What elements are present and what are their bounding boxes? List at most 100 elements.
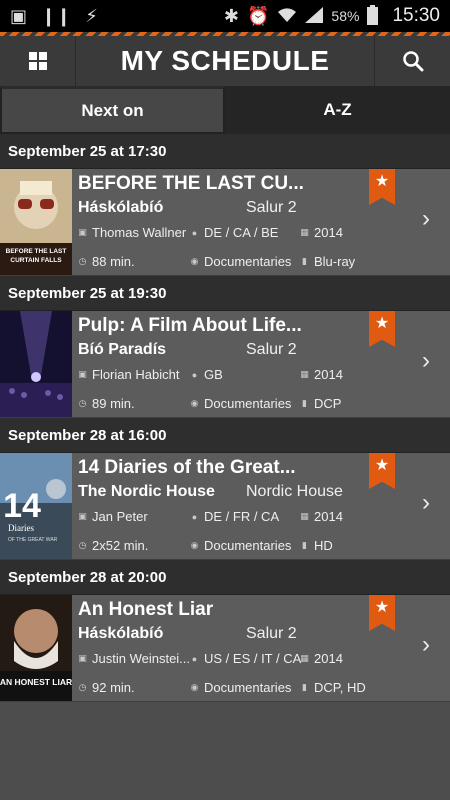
film-icon: ▮: [302, 398, 307, 408]
film-icon: ▮: [302, 682, 307, 692]
clock: 15:30: [392, 5, 440, 26]
hall: Salur 2: [246, 625, 297, 642]
format-meta: ▮ HD: [300, 538, 333, 553]
favorite-star-button[interactable]: ★: [369, 595, 395, 631]
star-icon: ★: [374, 457, 390, 474]
country-meta: ● US / ES / IT / CA: [191, 651, 302, 666]
list-item[interactable]: Pulp: A Film About Life... Bíó Paradís S…: [0, 311, 450, 418]
favorite-star-button[interactable]: ★: [369, 453, 395, 489]
film-title: BEFORE THE LAST CU...: [78, 173, 304, 194]
image-icon: ▣: [10, 6, 28, 26]
format-meta: ▮ DCP: [300, 396, 341, 411]
menu-button[interactable]: [0, 36, 76, 86]
poster-image: 14 Diaries OF THE GREAT WAR: [0, 453, 72, 559]
clock-icon: ◷: [78, 256, 87, 266]
svg-text:OF THE GREAT WAR: OF THE GREAT WAR: [8, 537, 58, 543]
chevron-right-icon[interactable]: ›: [422, 489, 430, 517]
clock-icon: ◷: [78, 540, 87, 550]
list-item[interactable]: AN HONEST LIAR An Honest Liar Háskólabíó…: [0, 595, 450, 702]
director-meta: ▣ Jan Peter: [78, 509, 148, 524]
venue: Bíó Paradís: [78, 341, 167, 358]
star-icon: ★: [374, 599, 390, 616]
year-meta: ▦ 2014: [300, 651, 343, 666]
mask-icon: ◉: [190, 398, 199, 408]
country-meta: ● GB: [191, 367, 223, 382]
search-icon: [402, 51, 423, 72]
venue: The Nordic House: [78, 483, 215, 500]
year-meta: ▦ 2014: [300, 225, 343, 240]
director-meta: ▣ Thomas Wallner: [78, 225, 187, 240]
hall: Nordic House: [246, 483, 343, 500]
svg-text:BEFORE THE LAST: BEFORE THE LAST: [6, 248, 67, 255]
wifi-icon: [277, 7, 297, 26]
hall: Salur 2: [246, 341, 297, 358]
section-header: September 25 at 17:30: [0, 134, 450, 169]
globe-icon: ●: [191, 227, 198, 238]
svg-text:CURTAIN FALLS: CURTAIN FALLS: [10, 257, 62, 264]
globe-icon: ●: [191, 369, 198, 380]
chevron-right-icon[interactable]: ›: [422, 347, 430, 375]
status-left: ▣ ❙❙ ⚡: [10, 0, 98, 32]
svg-text:Diaries: Diaries: [8, 523, 34, 533]
flash-icon: ⚡: [85, 6, 98, 26]
mask-icon: ◉: [190, 540, 199, 550]
calendar-icon: ▦: [300, 511, 309, 521]
list-item[interactable]: 14 Diaries OF THE GREAT WAR 14 Diaries o…: [0, 453, 450, 560]
page-title: MY SCHEDULE: [120, 45, 330, 76]
length-meta: ◷ 89 min.: [78, 396, 135, 411]
genre-meta: ◉ Documentaries: [190, 396, 292, 411]
favorite-star-button[interactable]: ★: [369, 311, 395, 347]
clock-icon: ◷: [78, 398, 87, 408]
app-bar: MY SCHEDULE: [0, 36, 450, 86]
director-icon: ▣: [78, 369, 87, 379]
genre-meta: ◉ Documentaries: [190, 538, 292, 553]
director-icon: ▣: [78, 511, 87, 521]
status-bar: ▣ ❙❙ ⚡ ✱ ⏰ 58% 15:30: [0, 0, 450, 32]
poster-image: BEFORE THE LAST CURTAIN FALLS: [0, 169, 72, 275]
list-item[interactable]: BEFORE THE LAST CURTAIN FALLS BEFORE THE…: [0, 169, 450, 276]
section-header: September 25 at 19:30: [0, 276, 450, 311]
poster-image: AN HONEST LIAR: [0, 595, 72, 701]
director-icon: ▣: [78, 653, 87, 663]
star-icon: ★: [374, 173, 390, 190]
schedule-list: September 25 at 17:30 BEFORE THE LAST CU…: [0, 134, 450, 702]
country-meta: ● DE / CA / BE: [191, 225, 279, 240]
battery-icon: [367, 4, 379, 28]
chevron-right-icon[interactable]: ›: [422, 631, 430, 659]
svg-text:AN HONEST LIAR: AN HONEST LIAR: [0, 677, 72, 687]
genre-meta: ◉ Documentaries: [190, 680, 292, 695]
tab-a-z[interactable]: A-Z: [225, 86, 450, 134]
mask-icon: ◉: [190, 682, 199, 692]
film-icon: ▮: [302, 256, 307, 266]
director-icon: ▣: [78, 227, 87, 237]
mask-icon: ◉: [190, 256, 199, 266]
favorite-star-button[interactable]: ★: [369, 169, 395, 205]
length-meta: ◷ 2x52 min.: [78, 538, 149, 553]
globe-icon: ●: [191, 511, 198, 522]
tab-next-on[interactable]: Next on: [0, 86, 225, 134]
film-title: Pulp: A Film About Life...: [78, 315, 302, 336]
director-meta: ▣ Florian Habicht: [78, 367, 180, 382]
chevron-right-icon[interactable]: ›: [422, 205, 430, 233]
calendar-icon: ▦: [300, 369, 309, 379]
length-meta: ◷ 92 min.: [78, 680, 135, 695]
grid-icon: [28, 52, 47, 70]
tab-bar: Next on A-Z: [0, 86, 450, 134]
bluetooth-icon: ✱: [223, 6, 239, 26]
calendar-icon: ▦: [300, 653, 309, 663]
globe-icon: ●: [191, 653, 198, 664]
length-meta: ◷ 88 min.: [78, 254, 135, 269]
pause-icon: ❙❙: [41, 6, 72, 26]
venue: Háskólabíó: [78, 625, 164, 642]
svg-text:14: 14: [3, 487, 41, 525]
section-header: September 28 at 16:00: [0, 418, 450, 453]
search-button[interactable]: [374, 36, 450, 86]
genre-meta: ◉ Documentaries: [190, 254, 292, 269]
year-meta: ▦ 2014: [300, 509, 343, 524]
poster-image: [0, 311, 72, 417]
calendar-icon: ▦: [300, 227, 309, 237]
year-meta: ▦ 2014: [300, 367, 343, 382]
battery-percent: 58%: [331, 8, 360, 24]
format-meta: ▮ Blu-ray: [300, 254, 355, 269]
country-meta: ● DE / FR / CA: [191, 509, 280, 524]
